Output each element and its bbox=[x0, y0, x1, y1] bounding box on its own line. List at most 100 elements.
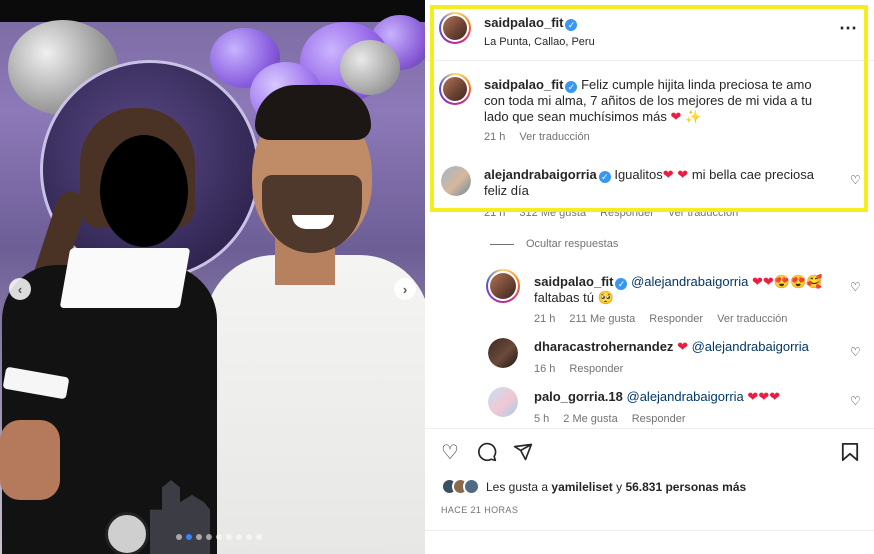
carousel-next-button[interactable]: › bbox=[394, 278, 416, 300]
reply-button[interactable]: Responder bbox=[632, 413, 686, 425]
reply-likes[interactable]: 211 Me gusta bbox=[569, 313, 635, 325]
post-location[interactable]: La Punta, Callao, Peru bbox=[484, 36, 595, 48]
more-options-button[interactable]: ⋯ bbox=[839, 18, 858, 39]
verified-badge-icon: ✓ bbox=[565, 19, 578, 31]
header-divider bbox=[425, 60, 874, 61]
comment-icon bbox=[478, 442, 497, 462]
carousel-dot bbox=[176, 534, 182, 540]
like-comment-button[interactable]: ♡ bbox=[850, 173, 861, 187]
heart-icon: ♡ bbox=[850, 394, 861, 408]
caption: saidpalao_fit ✓ Feliz cumple hijita linda… bbox=[484, 77, 814, 125]
likes-summary: Les gusta a yamileliset y 56.831 persona… bbox=[441, 478, 746, 495]
post-timestamp[interactable]: HACE 21 HORAS bbox=[441, 505, 518, 515]
caption-avatar[interactable] bbox=[439, 73, 471, 105]
man-arm bbox=[0, 420, 60, 500]
author-avatar[interactable] bbox=[439, 12, 471, 44]
caption-meta: 21 h Ver traducción bbox=[484, 131, 604, 143]
carousel-dot bbox=[206, 534, 212, 540]
censored-face bbox=[100, 135, 188, 247]
comment: alejandrabaigorria ✓ Igualitos❤ ❤ mi bell… bbox=[484, 167, 824, 199]
post-header: saidpalao_fit ✓ La Punta, Callao, Peru bbox=[484, 14, 595, 48]
comments-divider bbox=[425, 428, 874, 429]
reply-button[interactable]: Responder bbox=[569, 363, 623, 375]
reply-button[interactable]: Responder bbox=[649, 313, 703, 325]
photo-top-edge bbox=[0, 0, 425, 22]
footer-divider bbox=[425, 530, 874, 531]
reply: saidpalao_fit ✓ @alejandrabaigorria ❤❤😍😍🥰… bbox=[534, 274, 834, 306]
likes-user[interactable]: yamileliset bbox=[551, 480, 612, 494]
carousel-dot bbox=[186, 534, 192, 540]
translate-link[interactable]: Ver traducción bbox=[519, 131, 589, 143]
carousel-dot bbox=[256, 534, 262, 540]
save-button[interactable] bbox=[841, 442, 859, 468]
heart-icon: ♡ bbox=[850, 345, 861, 359]
post-details-panel: saidpalao_fit ✓ La Punta, Callao, Peru ⋯ … bbox=[425, 0, 874, 554]
comment-likes[interactable]: 312 Me gusta bbox=[519, 207, 586, 219]
reply-time[interactable]: 16 h bbox=[534, 363, 555, 375]
girl-figure bbox=[59, 248, 191, 308]
reply-mention[interactable]: @alejandrabaigorria bbox=[692, 339, 809, 354]
reply-avatar[interactable] bbox=[488, 338, 518, 368]
more-icon: ⋯ bbox=[839, 18, 858, 38]
likes-text[interactable]: Les gusta a yamileliset y 56.831 persona… bbox=[486, 480, 746, 494]
man-figure bbox=[205, 255, 425, 554]
comment-time[interactable]: 21 h bbox=[484, 207, 505, 219]
reply-mention[interactable]: @alejandrabaigorria bbox=[631, 274, 748, 289]
carousel-dot bbox=[246, 534, 252, 540]
man-figure bbox=[255, 85, 371, 140]
heart-icon: ♡ bbox=[441, 442, 459, 464]
heart-icon: ♡ bbox=[850, 280, 861, 294]
chevron-right-icon: › bbox=[402, 281, 408, 297]
comment-avatar[interactable] bbox=[441, 166, 471, 196]
comment-username[interactable]: alejandrabaigorria bbox=[484, 167, 597, 182]
chevron-left-icon: ‹ bbox=[17, 281, 23, 297]
carousel-dot bbox=[196, 534, 202, 540]
author-username[interactable]: saidpalao_fit bbox=[484, 15, 563, 30]
translate-link[interactable]: Ver traducción bbox=[668, 207, 738, 219]
reply-username[interactable]: palo_gorria.18 bbox=[534, 389, 623, 404]
bookmark-icon bbox=[841, 443, 859, 461]
reply: palo_gorria.18 @alejandrabaigorria ❤❤❤ bbox=[534, 389, 844, 405]
reply-text: ❤❤❤ bbox=[747, 389, 781, 404]
cartoon-print bbox=[105, 512, 149, 554]
reply-avatar[interactable] bbox=[486, 269, 520, 303]
like-comment-button[interactable]: ♡ bbox=[850, 345, 861, 359]
carousel-dot bbox=[216, 534, 222, 540]
reply-time[interactable]: 5 h bbox=[534, 413, 549, 425]
carousel-prev-button[interactable]: ‹ bbox=[9, 278, 31, 300]
caption-username[interactable]: saidpalao_fit bbox=[484, 77, 563, 92]
balloon bbox=[340, 40, 400, 95]
carousel-dot bbox=[226, 534, 232, 540]
likes-count[interactable]: 56.831 personas más bbox=[625, 480, 746, 494]
reply-text: ❤ bbox=[677, 339, 688, 354]
verified-badge-icon: ✓ bbox=[615, 278, 628, 290]
translate-link[interactable]: Ver traducción bbox=[717, 313, 787, 325]
likes-prefix: Les gusta a bbox=[486, 479, 552, 494]
reply-meta: 16 h Responder bbox=[534, 363, 637, 375]
reply-button[interactable]: Responder bbox=[600, 207, 654, 219]
replies-line bbox=[490, 243, 514, 245]
post-photo[interactable]: ‹ › bbox=[0, 0, 425, 554]
reply-username[interactable]: dharacastrohernandez bbox=[534, 339, 673, 354]
reply-avatar[interactable] bbox=[488, 387, 518, 417]
verified-badge-icon: ✓ bbox=[598, 171, 611, 183]
like-button[interactable]: ♡ bbox=[441, 440, 459, 465]
share-button[interactable] bbox=[513, 442, 533, 468]
liker-avatar bbox=[463, 478, 480, 495]
like-comment-button[interactable]: ♡ bbox=[850, 394, 861, 408]
reply-meta: 5 h 2 Me gusta Responder bbox=[534, 413, 700, 425]
reply-mention[interactable]: @alejandrabaigorria bbox=[627, 389, 744, 404]
comment-button[interactable] bbox=[477, 442, 497, 467]
like-comment-button[interactable]: ♡ bbox=[850, 280, 861, 294]
reply-time[interactable]: 21 h bbox=[534, 313, 555, 325]
reply-likes[interactable]: 2 Me gusta bbox=[563, 413, 617, 425]
hide-replies-button[interactable]: Ocultar respuestas bbox=[490, 238, 618, 250]
hide-replies-label: Ocultar respuestas bbox=[526, 238, 619, 250]
verified-badge-icon: ✓ bbox=[565, 81, 578, 93]
caption-time[interactable]: 21 h bbox=[484, 131, 505, 143]
share-icon bbox=[513, 443, 533, 461]
reply-username[interactable]: saidpalao_fit bbox=[534, 274, 613, 289]
heart-icon: ♡ bbox=[850, 173, 861, 187]
carousel-indicator bbox=[176, 534, 262, 540]
action-bar: ♡ bbox=[441, 440, 866, 464]
